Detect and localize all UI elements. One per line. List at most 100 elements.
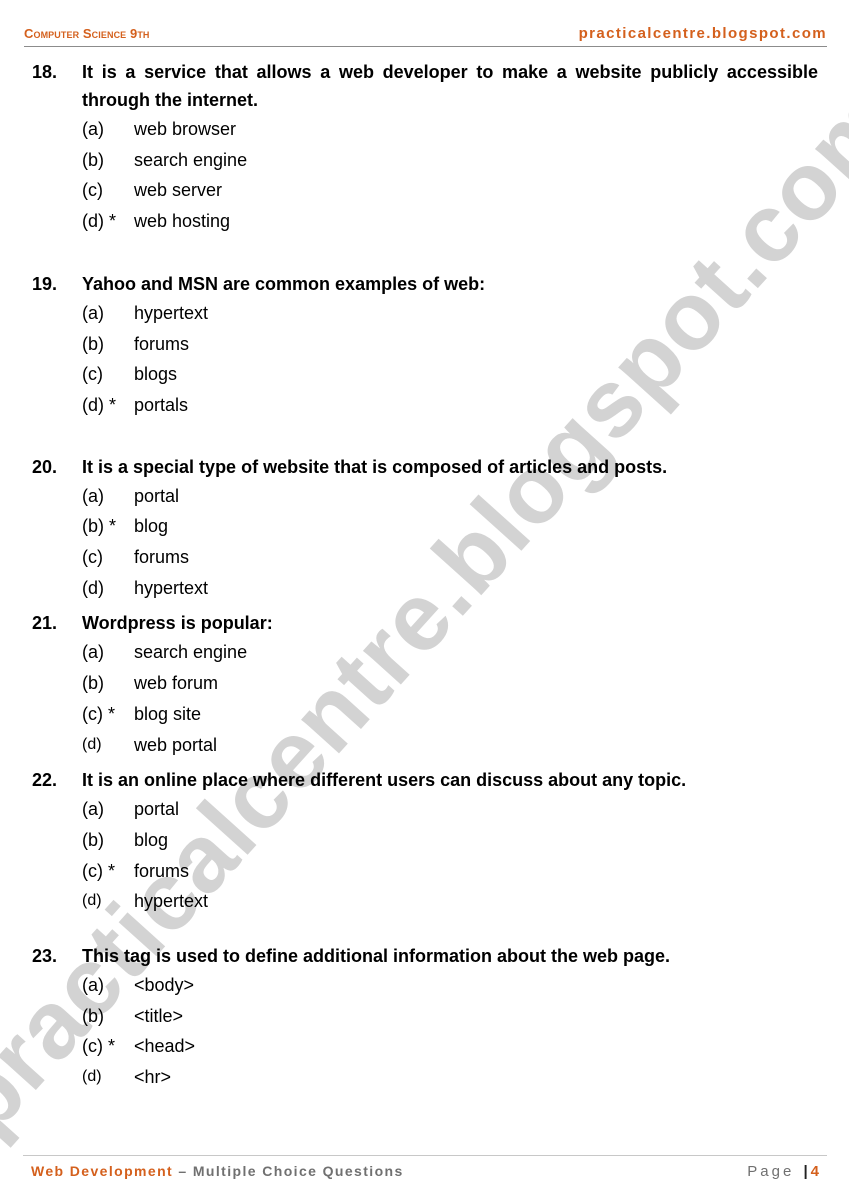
page-number: 4	[810, 1163, 819, 1180]
question-number: 23.	[32, 946, 58, 967]
option-text: forums	[134, 547, 190, 568]
question-text: Wordpress is popular:	[82, 613, 273, 634]
page-footer: Web Development – Multiple Choice Questi…	[23, 1155, 827, 1186]
option-b: (b) blog	[82, 825, 818, 856]
option-label: (a)	[82, 642, 104, 663]
footer-topic: Web Development	[31, 1163, 174, 1179]
footer-title: Web Development – Multiple Choice Questi…	[31, 1163, 404, 1179]
option-text: web hosting	[134, 211, 231, 232]
option-label: (b) *	[82, 516, 117, 537]
option-label: (d)	[82, 735, 102, 753]
option-text: portal	[134, 485, 180, 506]
option-text: <hr>	[134, 1067, 172, 1088]
option-a: (a) portal	[82, 481, 818, 512]
option-label: (a)	[82, 119, 104, 139]
option-text: web server	[134, 180, 223, 201]
option-c: (c) forums	[82, 542, 818, 573]
option-b: (b) search engine	[82, 145, 818, 176]
option-text: web portal	[134, 734, 218, 755]
question-18: 18. It is a service that allows a web de…	[32, 58, 818, 237]
option-c-correct: (c) * blog site	[82, 699, 818, 730]
option-d: (d) <hr>	[82, 1062, 818, 1093]
option-text: search engine	[134, 149, 248, 170]
option-d: (d) hypertext	[82, 886, 818, 917]
option-label: (c) *	[82, 860, 115, 881]
question-19: 19. Yahoo and MSN are common examples of…	[32, 270, 818, 421]
question-text: It is a service that allows a web develo…	[82, 62, 818, 110]
option-label: (b)	[82, 1005, 104, 1026]
option-b: (b) forums	[82, 329, 818, 360]
header-site-link[interactable]: practicalcentre.blogspot.com	[579, 26, 827, 42]
footer-subtitle: – Multiple Choice Questions	[173, 1163, 404, 1179]
option-d: (d) web portal	[82, 730, 818, 761]
option-label: (b)	[82, 829, 104, 850]
option-text: <body>	[134, 975, 195, 996]
page-separator: |	[803, 1163, 811, 1180]
question-number: 21.	[32, 613, 58, 634]
question-number: 18.	[32, 62, 58, 82]
option-text: blogs	[134, 364, 178, 385]
option-c-correct: (c) * <head>	[82, 1031, 818, 1062]
question-20: 20. It is a special type of website that…	[32, 453, 818, 604]
option-a: (a) <body>	[82, 970, 818, 1001]
option-text: hypertext	[134, 891, 209, 912]
page-header: Computer Science 9th practicalcentre.blo…	[24, 26, 827, 47]
question-number: 20.	[32, 456, 58, 477]
option-text: search engine	[134, 642, 248, 663]
option-a: (a) hypertext	[82, 298, 818, 329]
option-label: (c)	[82, 547, 103, 568]
option-b-correct: (b) * blog	[82, 511, 818, 542]
option-label: (c)	[82, 180, 103, 201]
option-d-correct: (d) * portals	[82, 390, 818, 421]
option-text: web browser	[134, 119, 237, 139]
option-text: web forum	[134, 673, 219, 694]
option-label: (a)	[82, 302, 104, 323]
option-a: (a) search engine	[82, 637, 818, 668]
option-c-correct: (c) * forums	[82, 856, 818, 887]
option-b: (b) web forum	[82, 668, 818, 699]
option-d: (d) hypertext	[82, 573, 818, 604]
option-label: (b)	[82, 149, 104, 170]
question-text: It is a special type of website that is …	[82, 456, 668, 477]
question-21: 21. Wordpress is popular: (a) search engi…	[32, 609, 818, 760]
option-c: (c) blogs	[82, 359, 818, 390]
option-b: (b) <title>	[82, 1001, 818, 1032]
option-text: <title>	[134, 1005, 184, 1026]
question-22: 22. It is an online place where differen…	[32, 766, 818, 917]
option-label: (c) *	[82, 1036, 115, 1057]
option-label: (a)	[82, 799, 104, 820]
option-label: (c) *	[82, 703, 115, 724]
question-text: This tag is used to define additional in…	[82, 946, 671, 967]
option-d-correct: (d) * web hosting	[82, 206, 818, 237]
option-text: <head>	[134, 1036, 196, 1057]
option-text: forums	[134, 333, 190, 354]
option-label: (d)	[82, 1068, 102, 1086]
option-text: hypertext	[134, 577, 209, 598]
option-text: blog	[134, 516, 169, 537]
option-label: (b)	[82, 673, 104, 694]
option-text: hypertext	[134, 302, 209, 323]
question-number: 22.	[32, 770, 58, 791]
option-text: blog	[134, 829, 169, 850]
option-label: (d) *	[82, 394, 117, 415]
option-label: (c)	[82, 364, 103, 385]
option-label: (d)	[82, 577, 104, 598]
option-label: (a)	[82, 975, 104, 996]
option-label: (a)	[82, 485, 104, 506]
option-text: forums	[134, 860, 190, 881]
question-23: 23. This tag is used to define additiona…	[32, 942, 818, 1093]
option-a: (a) portal	[82, 794, 818, 825]
option-label: (b)	[82, 333, 104, 354]
question-text: Yahoo and MSN are common examples of web…	[82, 273, 486, 294]
question-number: 19.	[32, 273, 58, 294]
question-list: 18. It is a service that allows a web de…	[32, 58, 818, 1093]
page-indicator: Page |4	[747, 1163, 819, 1180]
page-label: Page	[747, 1163, 802, 1180]
option-text: blog site	[134, 703, 202, 724]
question-text: It is an online place where different us…	[82, 770, 687, 791]
option-text: portals	[134, 394, 189, 415]
header-subject: Computer Science 9th	[24, 26, 150, 41]
option-label: (d)	[82, 892, 102, 910]
option-a: (a) web browser	[82, 114, 818, 145]
option-label: (d) *	[82, 211, 117, 232]
